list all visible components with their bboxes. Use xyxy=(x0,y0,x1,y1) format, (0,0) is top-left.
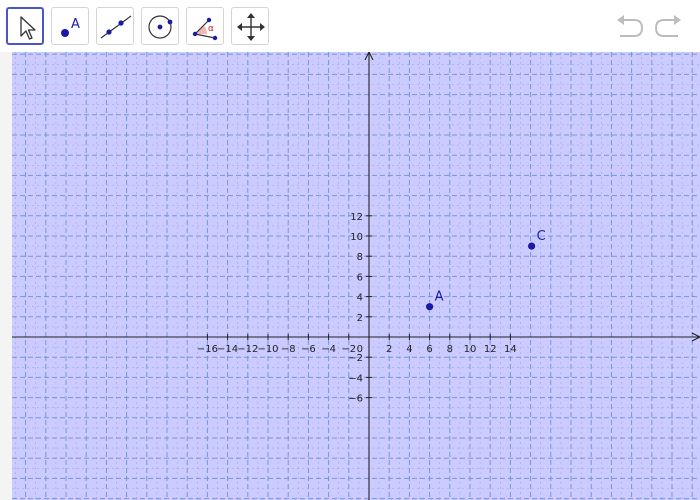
point-a[interactable] xyxy=(426,303,434,311)
origin-label: 0 xyxy=(357,344,363,355)
x-tick-label: −10 xyxy=(257,344,278,355)
y-tick-label: 6 xyxy=(357,272,363,283)
point-c[interactable] xyxy=(528,242,536,250)
x-tick-label: −12 xyxy=(237,344,258,355)
redo-button[interactable] xyxy=(652,12,684,40)
line-icon xyxy=(100,15,132,39)
redo-icon xyxy=(654,15,681,37)
y-tick-label: 10 xyxy=(350,232,363,243)
x-tick-label: 4 xyxy=(406,344,412,355)
x-tick-label: 14 xyxy=(504,344,517,355)
circle-icon xyxy=(148,15,173,39)
graphics-view[interactable]: −16 −14 −12 −10 −8 −6 −4 −2 2 4 6 8 10 12 14 12108642−… xyxy=(12,52,700,500)
undo-icon xyxy=(617,15,644,37)
cursor-arrow-icon xyxy=(20,16,36,40)
x-tick-label: −4 xyxy=(321,344,336,355)
x-tick-label: −8 xyxy=(281,344,296,355)
y-tick-label: −6 xyxy=(348,394,363,405)
x-tick-label: −16 xyxy=(197,344,218,355)
move-tool-button[interactable] xyxy=(6,7,44,45)
y-tick-label: 2 xyxy=(357,313,363,324)
angle-tool-label: α xyxy=(208,24,214,34)
circle-tool-button[interactable] xyxy=(141,7,179,45)
toolbar: A α xyxy=(0,0,700,53)
x-tick-label: −6 xyxy=(301,344,316,355)
y-tick-label: 4 xyxy=(357,293,363,304)
x-tick-label: −14 xyxy=(217,344,238,355)
point-icon: A xyxy=(61,17,80,37)
point-label-c: C xyxy=(537,229,546,244)
point-tool-label: A xyxy=(71,17,80,32)
y-tick-label: 8 xyxy=(357,252,363,263)
line-tool-button[interactable] xyxy=(96,7,134,45)
point-label-a: A xyxy=(435,290,444,305)
move-arrows-icon xyxy=(237,13,265,41)
move-graphics-view-button[interactable] xyxy=(231,7,269,45)
x-tick-label: 10 xyxy=(464,344,477,355)
x-tick-label: 12 xyxy=(484,344,497,355)
undo-button[interactable] xyxy=(614,12,646,40)
x-tick-label: 8 xyxy=(447,344,453,355)
angle-tool-button[interactable]: α xyxy=(186,7,224,45)
x-tick-label: 2 xyxy=(386,344,392,355)
y-tick-label: 12 xyxy=(350,212,363,223)
y-tick-label: −4 xyxy=(348,373,363,384)
angle-icon: α xyxy=(192,17,218,41)
point-tool-button[interactable]: A xyxy=(51,7,89,45)
x-tick-label: 6 xyxy=(426,344,432,355)
